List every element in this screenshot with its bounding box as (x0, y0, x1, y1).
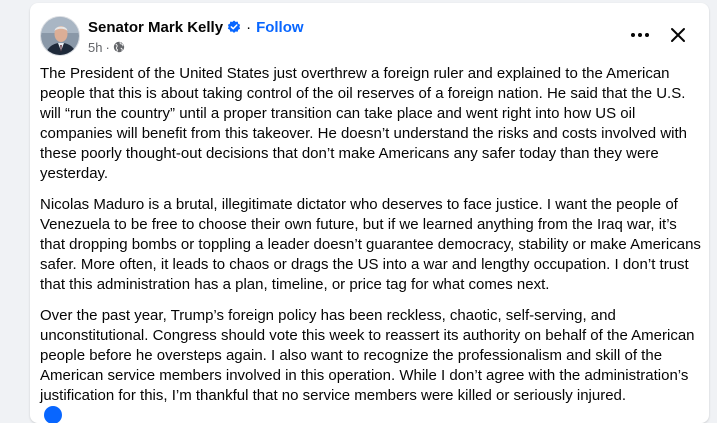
close-icon (671, 28, 685, 42)
follow-button[interactable]: Follow (256, 19, 304, 36)
globe-icon[interactable] (113, 41, 125, 53)
author-line: Senator Mark Kelly · Follow (88, 17, 304, 37)
post-timestamp[interactable]: 5h (88, 40, 102, 55)
like-reaction-icon[interactable] (44, 406, 62, 423)
post-meta: 5h · (88, 39, 125, 55)
name-separator: · (246, 18, 252, 36)
more-options-icon (631, 33, 649, 37)
post-card: Senator Mark Kelly · Follow 5h · The Pre… (30, 3, 709, 423)
more-options-button[interactable] (626, 23, 654, 47)
post-body: The President of the United States just … (40, 64, 702, 417)
meta-separator: · (105, 39, 110, 55)
post-paragraph: Over the past year, Trump’s foreign poli… (40, 307, 695, 404)
post-footer (40, 406, 702, 423)
close-button[interactable] (664, 21, 692, 49)
post-paragraph: Nicolas Maduro is a brutal, illegitimate… (40, 196, 701, 293)
author-avatar[interactable] (40, 16, 80, 56)
author-name[interactable]: Senator Mark Kelly (88, 19, 223, 36)
verified-badge-icon (227, 20, 241, 34)
post-header: Senator Mark Kelly · Follow 5h · (30, 3, 709, 63)
post-paragraph: The President of the United States just … (40, 65, 687, 182)
avatar-photo (41, 17, 79, 55)
